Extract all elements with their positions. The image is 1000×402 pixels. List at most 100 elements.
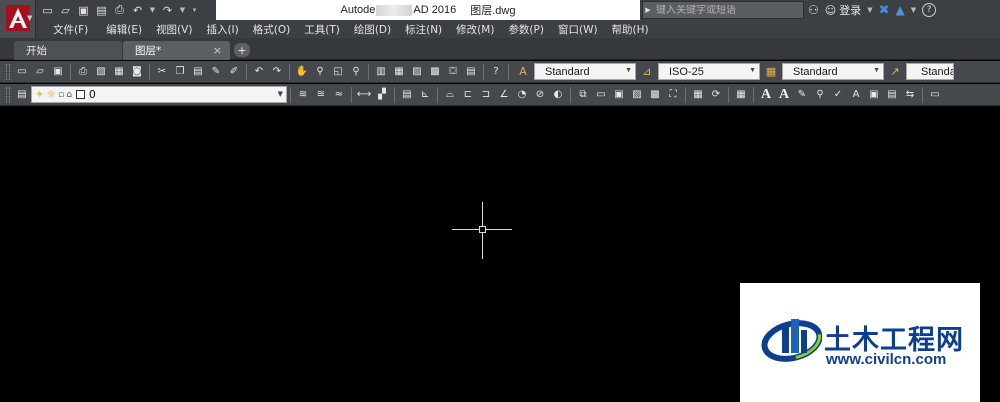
search-input[interactable] — [653, 4, 801, 16]
layer-previous-icon[interactable]: ≊ — [313, 87, 329, 103]
menu-view[interactable]: 视图(V) — [149, 22, 199, 37]
paste-icon[interactable]: ▤ — [190, 64, 206, 80]
xref-icon[interactable]: ▣ — [611, 87, 627, 103]
save-icon[interactable]: ▣ — [50, 64, 66, 80]
block-editor-icon[interactable]: ✐ — [226, 64, 242, 80]
new-tab-button[interactable]: + — [234, 43, 250, 57]
image-attach-icon[interactable]: ▨ — [629, 87, 645, 103]
menu-file[interactable]: 文件(F) — [46, 22, 95, 37]
pdf-attach-icon[interactable]: ▩ — [647, 87, 663, 103]
dimension-style-icon[interactable]: ▤ — [399, 87, 415, 103]
menu-modify[interactable]: 修改(M) — [449, 22, 501, 37]
save-icon[interactable]: ▣ — [76, 3, 91, 17]
text-style-icon[interactable]: A — [514, 64, 532, 80]
justify-text-icon[interactable]: ▤ — [884, 87, 900, 103]
help-icon[interactable]: ? — [488, 64, 504, 80]
publish-icon[interactable]: ▦ — [111, 64, 127, 80]
open-icon[interactable]: ▱ — [32, 64, 48, 80]
a360-icon[interactable]: ▲ — [896, 3, 905, 17]
new-file-icon[interactable]: ▭ — [40, 3, 55, 17]
dim-angular-icon[interactable]: ∠ — [496, 87, 512, 103]
make-current-layer-icon[interactable]: ≋ — [295, 87, 311, 103]
layer-select[interactable]: ✦ ☼ ▫ ⌂ 0 ▼ — [31, 86, 287, 103]
menu-tools[interactable]: 工具(T) — [297, 22, 347, 37]
toolbar-grip[interactable] — [6, 63, 10, 80]
zoom-realtime-icon[interactable]: ⚲ — [312, 64, 328, 80]
insert-block-icon[interactable]: ⧉ — [575, 87, 591, 103]
table-style-select[interactable]: Standard ▼ — [782, 63, 884, 80]
dimension-aligned-icon[interactable]: ▞ — [374, 87, 390, 103]
zoom-previous-icon[interactable]: ⚲ — [348, 64, 364, 80]
multiline-text-icon[interactable]: A — [758, 87, 774, 103]
undo-icon[interactable]: ↶ — [251, 64, 267, 80]
tool-palettes-icon[interactable]: ▨ — [409, 64, 425, 80]
dim-arc-icon[interactable]: ⌓ — [442, 87, 458, 103]
multileader-style-select[interactable]: Standa — [906, 63, 954, 80]
update-field-icon[interactable]: ⟳ — [708, 87, 724, 103]
binoculars-icon[interactable]: ⚇ — [808, 3, 819, 17]
plot-icon[interactable]: ⎙ — [112, 3, 127, 17]
scale-text-icon[interactable]: ▣ — [866, 87, 882, 103]
sheet-set-icon[interactable]: ▩ — [427, 64, 443, 80]
dimension-ordinate-icon[interactable]: ⊾ — [417, 87, 433, 103]
convert-distance-icon[interactable]: ⇆ — [902, 87, 918, 103]
layer-properties-icon[interactable]: ▤ — [14, 87, 30, 103]
match-properties-icon[interactable]: ✎ — [208, 64, 224, 80]
layer-state-icon[interactable]: ≈ — [331, 87, 347, 103]
dim-jogged-icon[interactable]: ◐ — [550, 87, 566, 103]
markup-icon[interactable]: ⛋ — [445, 64, 461, 80]
login-dropdown-icon[interactable]: ▼ — [867, 6, 872, 14]
text-style-select[interactable]: Standard ▼ — [534, 63, 636, 80]
field-icon[interactable]: ▦ — [690, 87, 706, 103]
a360-dropdown-icon[interactable]: ▼ — [911, 6, 916, 14]
redo-icon[interactable]: ↷ — [160, 3, 175, 17]
text-style-icon[interactable]: A — [848, 87, 864, 103]
quickcalc-icon[interactable]: ▤ — [463, 64, 479, 80]
tab-document[interactable]: 图层* × — [123, 41, 230, 60]
pan-icon[interactable]: ✋ — [294, 64, 310, 80]
dimension-style-select[interactable]: ISO-25 ▼ — [658, 63, 760, 80]
undo-icon[interactable]: ↶ — [130, 3, 145, 17]
make-block-icon[interactable]: ▭ — [593, 87, 609, 103]
3d-print-icon[interactable]: ◙ — [129, 64, 145, 80]
login-button[interactable]: ☺ 登录 — [825, 2, 861, 18]
plot-icon[interactable]: ⎙ — [75, 64, 91, 80]
dwf-attach-icon[interactable]: ⛶ — [665, 87, 681, 103]
exchange-apps-icon[interactable]: ✖ — [879, 3, 890, 18]
menu-insert[interactable]: 插入(I) — [199, 22, 245, 37]
copy-icon[interactable]: ❐ — [172, 64, 188, 80]
menu-draw[interactable]: 绘图(D) — [347, 22, 398, 37]
menu-format[interactable]: 格式(O) — [246, 22, 297, 37]
dim-radius-icon[interactable]: ◔ — [514, 87, 530, 103]
properties-icon[interactable]: ▥ — [373, 64, 389, 80]
spell-check-icon[interactable]: ✓ — [830, 87, 846, 103]
menu-edit[interactable]: 编辑(E) — [99, 22, 149, 37]
edit-text-icon[interactable]: ✎ — [794, 87, 810, 103]
redo-icon[interactable]: ↷ — [269, 64, 285, 80]
dimension-style-icon[interactable]: ⊿ — [638, 64, 656, 80]
table-style-icon[interactable]: ▦ — [762, 64, 780, 80]
find-text-icon[interactable]: ⚲ — [812, 87, 828, 103]
redo-dropdown-icon[interactable]: ▼ — [178, 3, 187, 17]
undo-dropdown-icon[interactable]: ▼ — [148, 3, 157, 17]
dim-diameter-icon[interactable]: ⊘ — [532, 87, 548, 103]
single-line-text-icon[interactable]: A — [776, 87, 792, 103]
save-as-icon[interactable]: ▤ — [94, 3, 109, 17]
qnew-icon[interactable]: ▭ — [14, 64, 30, 80]
dimension-linear-icon[interactable]: ⟷ — [356, 87, 372, 103]
cut-icon[interactable]: ✂ — [154, 64, 170, 80]
design-center-icon[interactable]: ▦ — [391, 64, 407, 80]
menu-window[interactable]: 窗口(W) — [551, 22, 605, 37]
plot-preview-icon[interactable]: ▧ — [93, 64, 109, 80]
open-folder-icon[interactable]: ▱ — [58, 3, 73, 17]
application-menu-button[interactable]: ▼ — [0, 0, 36, 38]
table-icon[interactable]: ▦ — [733, 87, 749, 103]
menu-parametric[interactable]: 参数(P) — [501, 22, 551, 37]
dim-baseline-icon[interactable]: ⊏ — [460, 87, 476, 103]
help-icon[interactable]: ? — [922, 3, 937, 17]
tab-close-icon[interactable]: × — [213, 44, 222, 57]
menu-help[interactable]: 帮助(H) — [605, 22, 656, 37]
multileader-style-icon[interactable]: ↗ — [886, 64, 904, 80]
dim-continue-icon[interactable]: ⊐ — [478, 87, 494, 103]
zoom-window-icon[interactable]: ◱ — [330, 64, 346, 80]
